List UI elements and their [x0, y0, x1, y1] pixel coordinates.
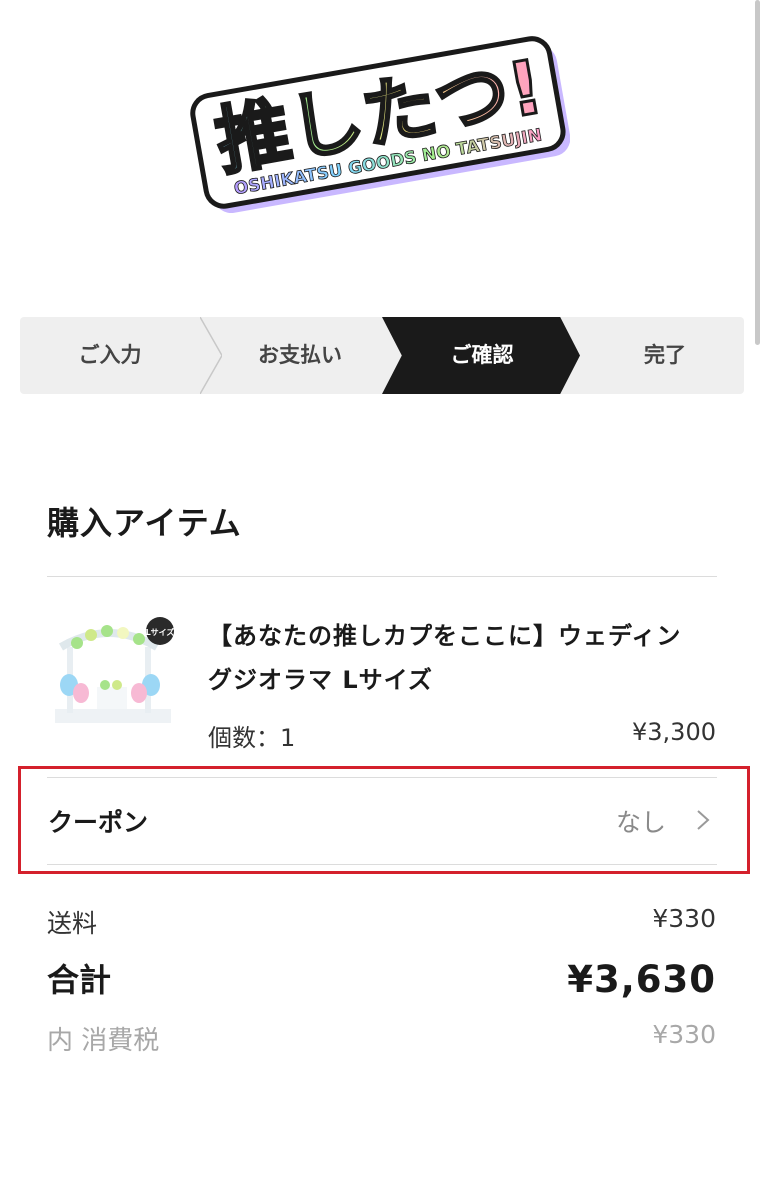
- coupon-value: なし: [615, 808, 666, 837]
- total-value: ¥3,630: [567, 958, 716, 1001]
- coupon-label: クーポン: [48, 808, 149, 837]
- thumb-size-badge: Lサイズ: [146, 627, 175, 637]
- step-complete: 完了: [644, 343, 686, 367]
- step-payment: お支払い: [258, 343, 342, 367]
- item-name[interactable]: 【あなたの推しカプをここに】ウェディングジオラマ Lサイズ: [208, 614, 688, 702]
- scrollbar[interactable]: [755, 0, 760, 345]
- divider: [47, 576, 717, 577]
- purchase-items-title: 購入アイテム: [47, 504, 242, 542]
- shipping-label: 送料: [47, 909, 98, 938]
- coupon-row[interactable]: クーポン なし: [20, 767, 744, 873]
- checkout-steps: ご入力 お支払い ご確認 完了: [20, 317, 744, 394]
- shipping-value: ¥330: [652, 904, 716, 933]
- divider: [47, 864, 717, 865]
- total-label: 合計: [47, 961, 112, 999]
- item-price: ¥3,300: [632, 718, 716, 746]
- tax-label: 内 消費税: [47, 1026, 160, 1056]
- tax-value: ¥330: [652, 1020, 716, 1049]
- item-thumbnail: Lサイズ: [47, 613, 177, 733]
- step-confirm: ご確認: [450, 343, 514, 367]
- brand-logo: 推したつ! OSHIKATSU GOODS NO TATSUJIN: [190, 12, 570, 222]
- item-quantity: 個数：1: [208, 724, 296, 752]
- chevron-right-icon: [697, 810, 710, 830]
- step-input: ご入力: [78, 343, 142, 367]
